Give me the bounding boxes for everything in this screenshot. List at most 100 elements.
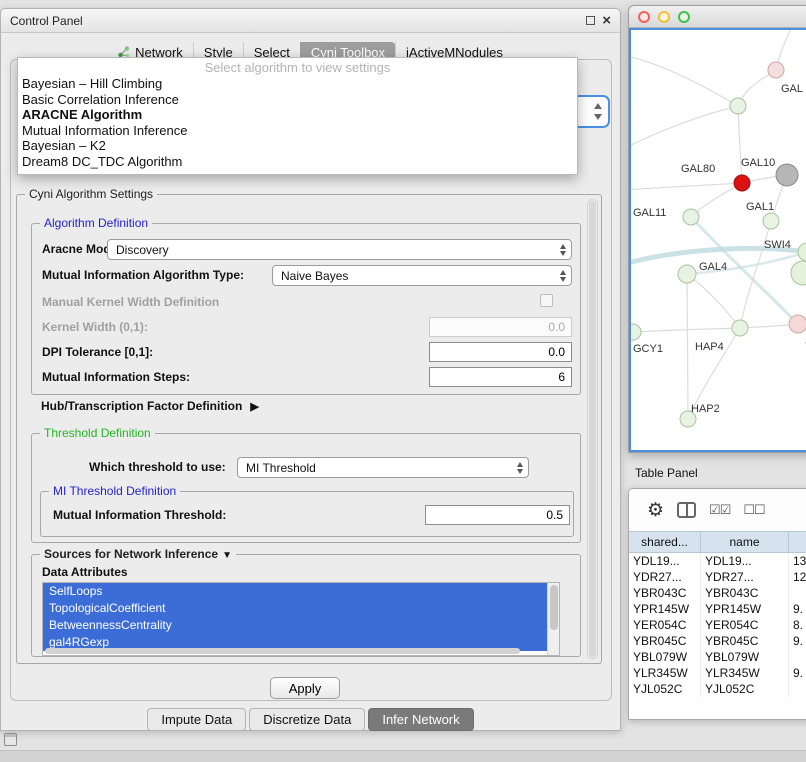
network-node[interactable] [678, 265, 696, 283]
settings-scrollbar[interactable] [587, 199, 598, 659]
network-node[interactable] [631, 324, 641, 340]
column-header-shared[interactable]: shared... [629, 532, 701, 552]
spinner-up-icon [594, 103, 602, 109]
network-node-label: GAL4 [699, 261, 727, 273]
which-threshold-label: Which threshold to use: [89, 460, 226, 474]
table-cell: 8. [789, 617, 806, 633]
apply-button[interactable]: Apply [270, 677, 340, 699]
table-cell: YPR145W [629, 601, 701, 617]
network-node[interactable] [768, 62, 784, 78]
mi-threshold-group-title: MI Threshold Definition [49, 484, 180, 498]
sources-toggle[interactable]: Sources for Network Inference▼ [40, 547, 236, 561]
network-node-label: HAP4 [695, 341, 724, 353]
network-edge [631, 183, 742, 190]
bottom-tab-impute-data[interactable]: Impute Data [147, 708, 246, 731]
network-edge [687, 274, 740, 328]
table-cell: YBR045C [701, 633, 789, 649]
list-horizontal-scrollbar[interactable] [45, 648, 520, 654]
network-edge [740, 221, 771, 328]
aracne-mode-select[interactable]: Discovery [107, 239, 572, 260]
table-cell: YDR27... [701, 569, 789, 585]
spinner-down-icon [594, 114, 602, 120]
table-cell: YLR345W [701, 665, 789, 681]
zoom-traffic-light-icon[interactable] [678, 11, 690, 23]
which-threshold-select[interactable]: MI Threshold [237, 457, 529, 478]
network-node[interactable] [776, 164, 798, 186]
data-attributes-label: Data Attributes [42, 565, 128, 579]
algorithm-option-bayesian-k2[interactable]: Bayesian – K2 [18, 138, 577, 154]
aracne-mode-value: Discovery [116, 243, 169, 257]
kernel-width-field[interactable] [429, 317, 572, 337]
table-row[interactable]: YJL052CYJL052C [629, 681, 806, 697]
combo-arrows-icon [560, 244, 566, 256]
algorithm-popup: Select algorithm to view settings Bayesi… [17, 57, 578, 175]
table-row[interactable]: YPR145WYPR145W9. [629, 601, 806, 617]
attribute-item-betweennesscentrality[interactable]: BetweennessCentrality [43, 617, 547, 634]
mi-type-value: Naive Bayes [281, 269, 348, 283]
close-traffic-light-icon[interactable] [638, 11, 650, 23]
table-cell: YBR043C [629, 585, 701, 601]
attribute-item-topologicalcoefficient[interactable]: TopologicalCoefficient [43, 600, 547, 617]
network-canvas-svg: GALGAL80GAL10GAL11GAL1SWI4GAL4GCY1HAP4YH… [631, 30, 806, 452]
control-panel-titlebar[interactable]: Control Panel × [1, 9, 620, 33]
deselect-all-icon[interactable]: ☐☐ [743, 502, 764, 518]
hub-definition-toggle[interactable]: Hub/Transcription Factor Definition▶ [41, 399, 259, 413]
network-node[interactable] [791, 261, 806, 285]
attribute-item-selfloops[interactable]: SelfLoops [43, 583, 547, 600]
table-panel-label: Table Panel [635, 466, 698, 480]
table-row[interactable]: YDL19...YDL19...13 [629, 553, 806, 569]
table-row[interactable]: YDR27...YDR27...12 [629, 569, 806, 585]
network-node[interactable] [683, 209, 699, 225]
network-node[interactable] [763, 213, 779, 229]
columns-icon[interactable] [677, 502, 696, 518]
dpi-tolerance-field[interactable] [429, 342, 572, 362]
algorithm-option-basic-correlation-inference[interactable]: Basic Correlation Inference [18, 92, 577, 108]
collapsed-panel-icon[interactable] [4, 733, 17, 746]
table-cell: YDR27... [629, 569, 701, 585]
algorithm-option-aracne-algorithm[interactable]: ARACNE Algorithm [18, 107, 577, 123]
network-canvas[interactable]: GALGAL80GAL10GAL11GAL1SWI4GAL4GCY1HAP4YH… [629, 28, 806, 452]
network-node[interactable] [789, 315, 806, 333]
sources-title: Sources for Network Inference [44, 547, 218, 561]
algorithm-option-bayesian-hill-climbing[interactable]: Bayesian – Hill Climbing [18, 76, 577, 92]
network-view-window: GALGAL80GAL10GAL11GAL1SWI4GAL4GCY1HAP4YH… [628, 5, 806, 453]
column-header-name[interactable]: name [701, 532, 789, 552]
table-cell: YER054C [629, 617, 701, 633]
table-row[interactable]: YBR043CYBR043C [629, 585, 806, 601]
network-edge [691, 183, 742, 217]
bottom-tab-discretize-data[interactable]: Discretize Data [249, 708, 365, 731]
network-node-label: GAL [781, 83, 803, 95]
network-node[interactable] [798, 243, 806, 261]
algorithm-option-dream8-dc-tdc-algorithm[interactable]: Dream8 DC_TDC Algorithm [18, 154, 577, 170]
table-body: YDL19...YDL19...13YDR27...YDR27...12YBR0… [629, 553, 806, 697]
popup-options: Bayesian – Hill ClimbingBasic Correlatio… [18, 76, 577, 169]
network-node[interactable] [732, 320, 748, 336]
close-icon[interactable]: × [602, 16, 611, 26]
algorithm-option-mutual-information-inference[interactable]: Mutual Information Inference [18, 123, 577, 139]
mi-type-select[interactable]: Naive Bayes [272, 265, 572, 286]
network-node-label: HAP2 [691, 403, 720, 415]
combo-arrows-icon [517, 462, 523, 474]
network-edge [687, 274, 688, 419]
mi-threshold-field[interactable] [425, 505, 570, 525]
list-vertical-scrollbar[interactable] [547, 583, 559, 655]
float-window-icon[interactable] [586, 16, 595, 25]
network-node[interactable] [734, 175, 750, 191]
manual-kernel-checkbox[interactable] [540, 294, 553, 307]
column-header-extra[interactable] [789, 532, 806, 552]
bottom-tab-infer-network[interactable]: Infer Network [368, 708, 473, 731]
table-row[interactable]: YBL079WYBL079W [629, 649, 806, 665]
table-cell: 13 [789, 553, 806, 569]
network-window-titlebar[interactable] [629, 6, 806, 28]
minimize-traffic-light-icon[interactable] [658, 11, 670, 23]
select-all-icon[interactable]: ☑☑ [709, 502, 730, 518]
mi-steps-field[interactable] [429, 367, 572, 387]
gear-icon[interactable]: ⚙ [647, 501, 664, 520]
window-title: Control Panel [10, 14, 586, 28]
table-cell: 9. [789, 633, 806, 649]
network-node[interactable] [730, 98, 746, 114]
table-row[interactable]: YBR045CYBR045C9. [629, 633, 806, 649]
table-row[interactable]: YER054CYER054C8. [629, 617, 806, 633]
table-row[interactable]: YLR345WYLR345W9. [629, 665, 806, 681]
mi-threshold-group: MI Threshold Definition Mutual Informati… [40, 491, 574, 537]
